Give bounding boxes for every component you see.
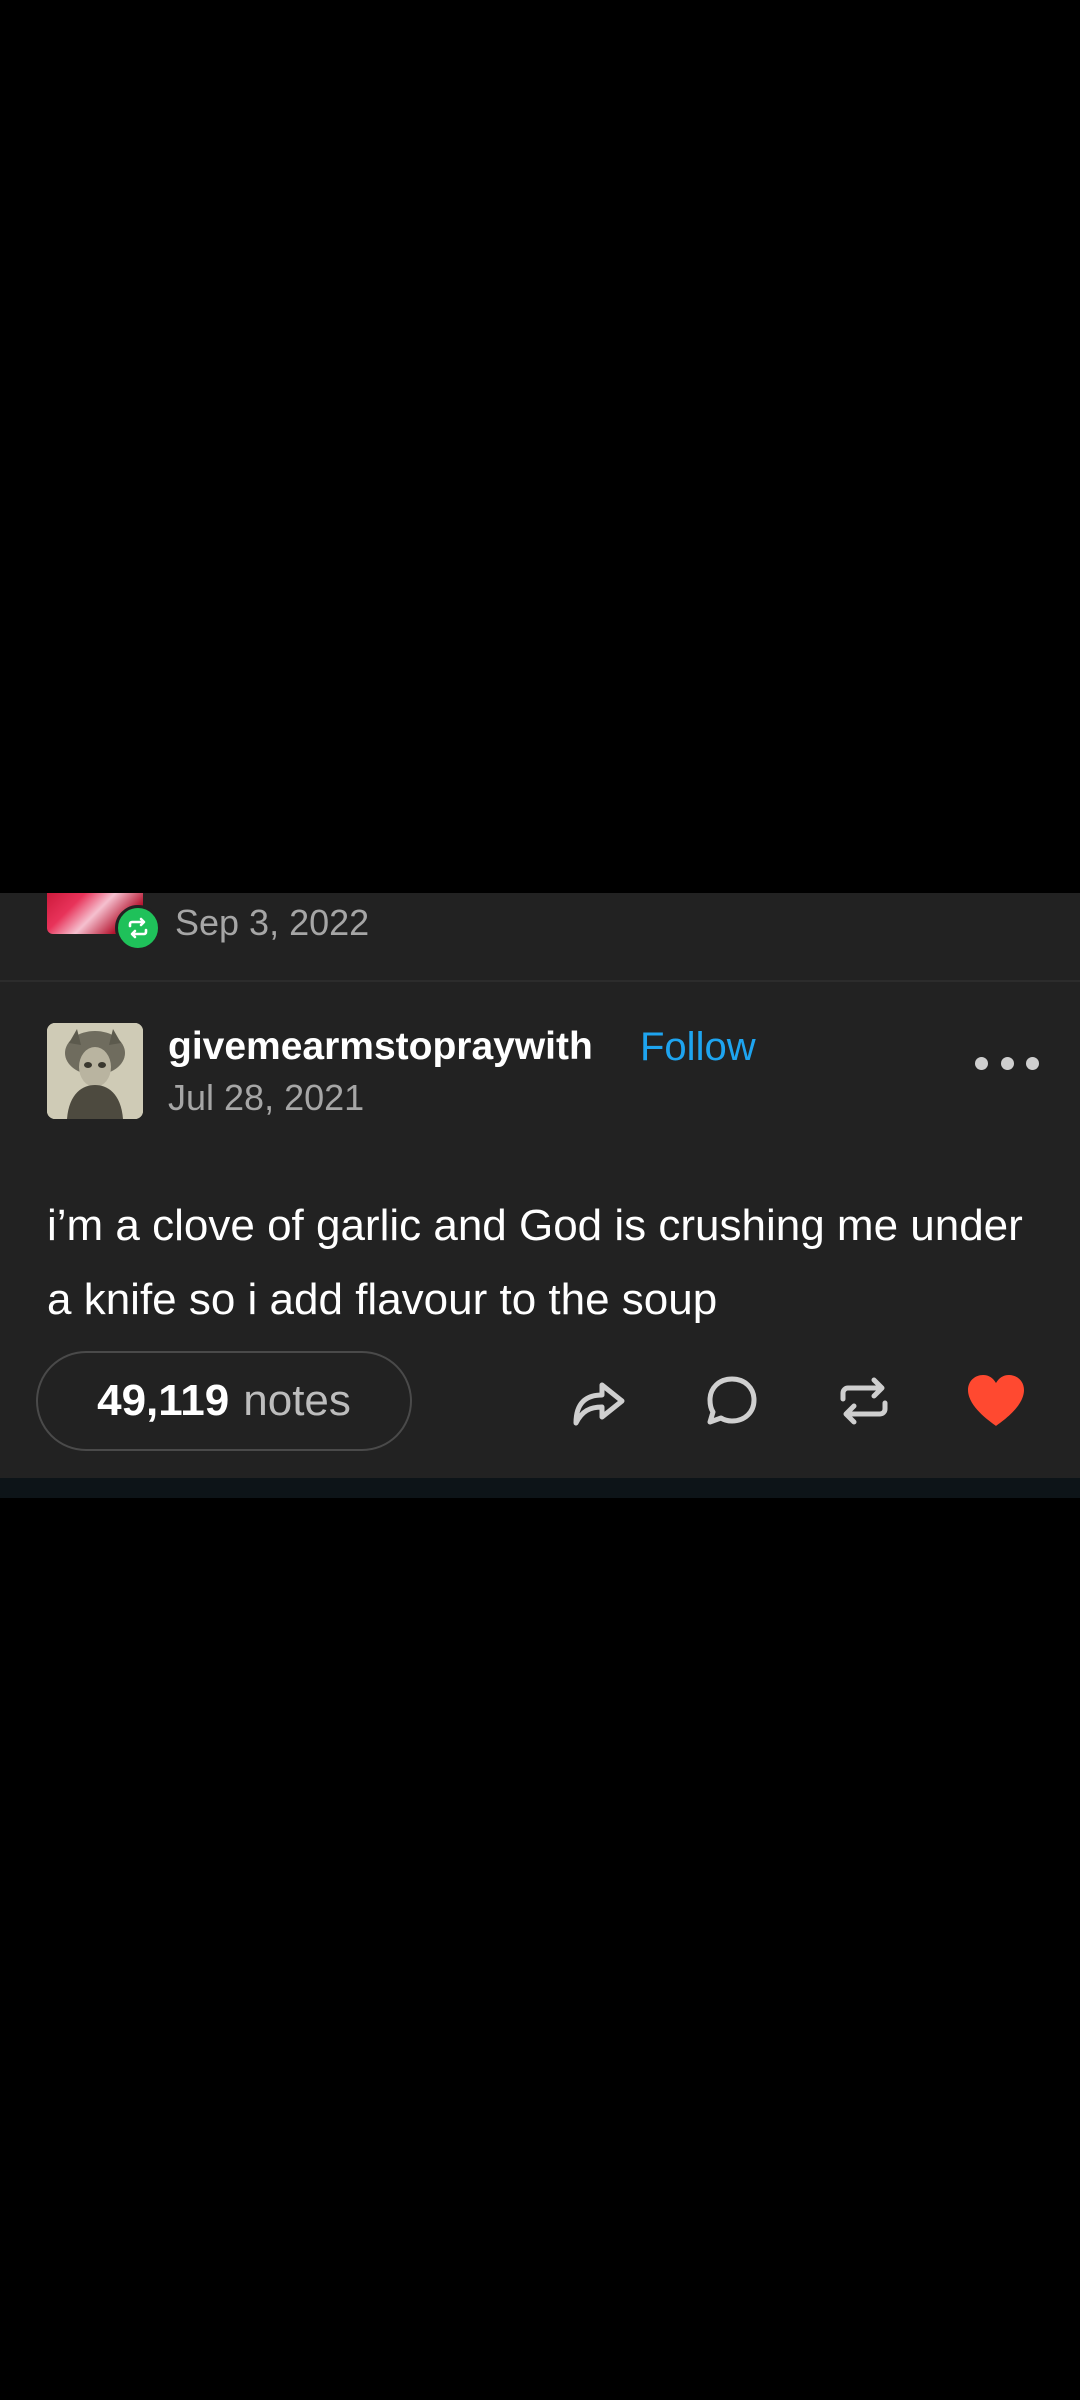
- reblog-badge: [115, 905, 161, 951]
- divider: [0, 980, 1080, 982]
- post-card: Sep 3, 2022 givemearmstopraywith Follow …: [0, 893, 1080, 1478]
- reblog-icon: [128, 917, 148, 939]
- more-horizontal-icon[interactable]: [975, 1043, 1039, 1083]
- notes-count: 49,119: [97, 1376, 230, 1425]
- post-body: i’m a clove of garlic and God is crushin…: [47, 1201, 1023, 1324]
- avatar[interactable]: [47, 1023, 143, 1119]
- avatar-image: [47, 1023, 143, 1119]
- username[interactable]: givemearmstopraywith: [168, 1023, 593, 1071]
- reblog-icon[interactable]: [832, 1369, 896, 1433]
- reblog-header: Sep 3, 2022: [0, 893, 1080, 980]
- share-icon[interactable]: [566, 1369, 630, 1433]
- reblog-date: Sep 3, 2022: [175, 902, 370, 943]
- notes-label: notes: [243, 1376, 351, 1425]
- comment-icon[interactable]: [700, 1369, 764, 1433]
- follow-button[interactable]: Follow: [640, 1023, 756, 1071]
- card-bottom-border: [0, 1478, 1080, 1498]
- post-date: Jul 28, 2021: [168, 1077, 365, 1118]
- notes-button[interactable]: 49,119 notes: [36, 1351, 412, 1451]
- heart-icon[interactable]: [964, 1369, 1028, 1433]
- reblog-more-icon[interactable]: [981, 893, 1037, 899]
